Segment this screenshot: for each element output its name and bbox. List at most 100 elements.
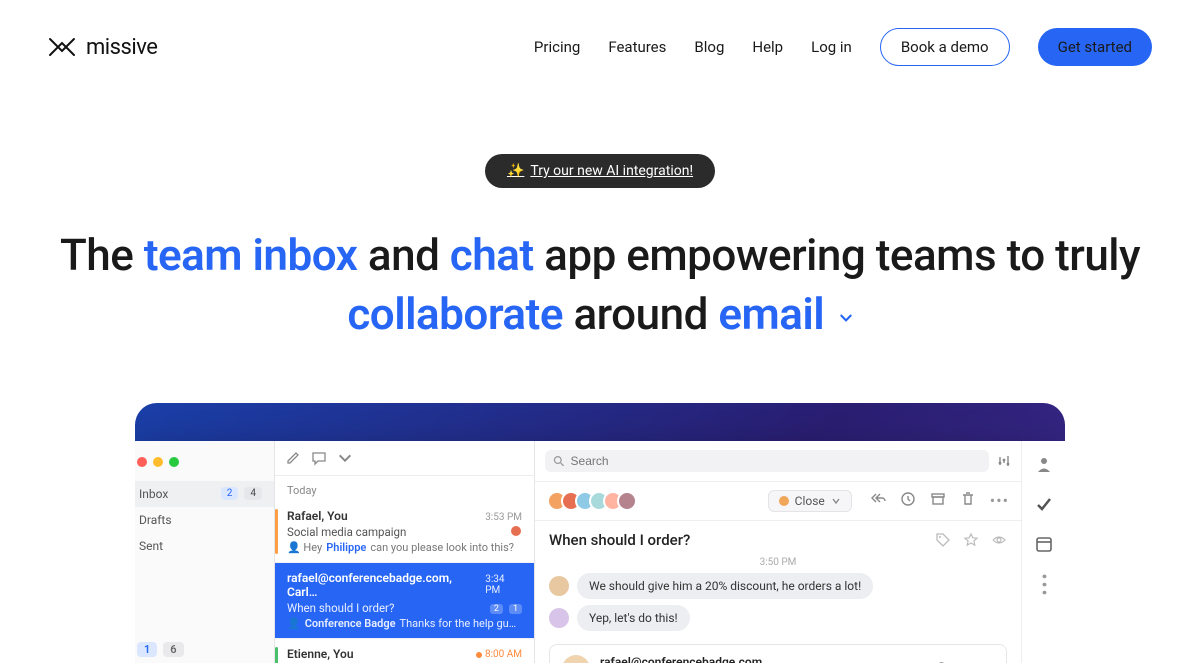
count-badge: 2 [490, 604, 503, 614]
list-toolbar [275, 441, 534, 476]
snooze-icon[interactable] [900, 491, 916, 507]
chevron-down-icon[interactable] [839, 311, 853, 325]
color-bar-icon [275, 509, 278, 554]
check-icon[interactable] [1035, 495, 1053, 513]
hero-accent-collaborate: collaborate [347, 288, 563, 340]
list-section-label: Today [275, 476, 534, 501]
conversation-item[interactable]: Etienne, You 8:00 AM 📊 July expenses [275, 639, 534, 663]
compose-icon[interactable] [285, 450, 301, 466]
count-badge: 1 [509, 604, 522, 614]
window-traffic-lights [135, 447, 274, 481]
site-header: missive Pricing Features Blog Help Log i… [0, 0, 1200, 94]
top-nav: Pricing Features Blog Help Log in Book a… [534, 28, 1152, 66]
archive-icon[interactable] [930, 491, 946, 507]
minimize-window-icon[interactable] [153, 457, 163, 467]
total-count-badge: 4 [244, 487, 262, 500]
trash-icon[interactable] [960, 491, 976, 507]
hero-text: app empowering teams to truly [534, 229, 1140, 281]
eye-icon[interactable] [991, 532, 1007, 548]
hero-headline: The team inbox and chat app empowering t… [48, 226, 1152, 345]
avatar-icon [510, 525, 522, 537]
close-conversation-button[interactable]: Close [768, 490, 852, 512]
more-icon[interactable]: ••• [990, 491, 1009, 510]
book-demo-button[interactable]: Book a demo [880, 28, 1010, 66]
nav-blog[interactable]: Blog [694, 38, 724, 56]
thread-subject-row: When should I order? [535, 521, 1021, 555]
sidebar-item-sent[interactable]: Sent [135, 533, 274, 559]
hero-text: and [357, 229, 449, 281]
chat-message: We should give him a 20% discount, he or… [535, 570, 1021, 602]
search-input-wrap[interactable] [545, 450, 989, 472]
conversation-item[interactable]: rafael@conferencebadge.com, Carl… 3:34 P… [275, 563, 534, 639]
conv-time: 8:00 AM [476, 649, 522, 660]
reply-all-icon[interactable] [870, 491, 886, 507]
conv-snippet: 👤 Conference Badge Thanks for the help g… [287, 617, 522, 630]
conv-from: rafael@conferencebadge.com, Carl… [287, 571, 485, 599]
conv-subject: Social media campaign [287, 525, 406, 539]
conversation-item[interactable]: Rafael, You 3:53 PM Social media campaig… [275, 501, 534, 563]
app-window: Inbox 2 4 Drafts Sent 1 6 [135, 441, 1065, 663]
brand-logo[interactable]: missive [48, 35, 157, 60]
thread-pane: Close ••• When should I order? [535, 441, 1021, 663]
chat-icon[interactable] [311, 450, 327, 466]
search-input[interactable] [571, 454, 981, 468]
conversation-list: Today Rafael, You 3:53 PM Social media c… [275, 441, 535, 663]
hero-text: around [563, 288, 718, 340]
color-bar-icon [275, 647, 278, 663]
brand-name: missive [86, 35, 157, 60]
app-preview: Inbox 2 4 Drafts Sent 1 6 [135, 403, 1065, 663]
more-icon[interactable]: ••• [1033, 573, 1054, 597]
hero-accent-chat: chat [450, 229, 534, 281]
sidebar-bottom-counts: 1 6 [135, 636, 275, 663]
thread-timestamp: 3:50 PM [535, 555, 1021, 570]
hero-accent-email[interactable]: email [718, 288, 824, 340]
nav-pricing[interactable]: Pricing [534, 38, 580, 56]
maximize-window-icon[interactable] [169, 457, 179, 467]
search-icon [553, 455, 565, 467]
conv-from: Etienne, You [287, 647, 354, 661]
mini-badges: 2 1 [487, 600, 522, 614]
sidebar-item-label: Inbox [139, 487, 168, 501]
avatar-icon [617, 491, 637, 511]
conv-time: 3:34 PM [485, 574, 522, 596]
filter-icon[interactable] [997, 454, 1011, 468]
email-card[interactable]: rafael@conferencebadge.com Carlos Ramire… [549, 644, 1007, 663]
chat-bubble: Yep, let's do this! [577, 605, 690, 631]
conv-time: 3:53 PM [485, 512, 522, 523]
close-label: Close [795, 494, 825, 508]
star-icon[interactable] [963, 532, 979, 548]
unread-count-badge: 2 [221, 487, 239, 500]
avatar-icon [549, 608, 569, 628]
calendar-icon[interactable] [1035, 535, 1053, 553]
tag-icon[interactable] [935, 532, 951, 548]
conv-subject: When should I order? [287, 601, 394, 615]
conv-snippet: 👤 Hey Philippe can you please look into … [287, 541, 522, 554]
bottom-badge: 1 [137, 642, 157, 657]
get-started-button[interactable]: Get started [1038, 28, 1152, 66]
search-bar-row [535, 441, 1021, 482]
close-window-icon[interactable] [137, 457, 147, 467]
participant-avatars [547, 491, 637, 511]
email-actions: ••• [932, 661, 994, 663]
sidebar-item-inbox[interactable]: Inbox 2 4 [135, 481, 274, 507]
right-rail: ••• [1021, 441, 1065, 663]
nav-features[interactable]: Features [608, 38, 666, 56]
conv-from: Rafael, You [287, 509, 348, 523]
sidebar-item-label: Drafts [139, 513, 172, 527]
nav-login[interactable]: Log in [811, 38, 852, 56]
nav-help[interactable]: Help [752, 38, 783, 56]
hero-accent-team-inbox: team inbox [144, 229, 358, 281]
chat-message: Yep, let's do this! [535, 602, 1021, 634]
sidebar: Inbox 2 4 Drafts Sent 1 6 [135, 441, 275, 663]
hero-text: The [60, 229, 144, 281]
sidebar-item-drafts[interactable]: Drafts [135, 507, 274, 533]
color-bar-icon [275, 571, 278, 630]
chevron-down-icon[interactable] [337, 450, 353, 466]
more-icon[interactable]: ••• [980, 661, 994, 663]
chat-bubble: We should give him a 20% discount, he or… [577, 573, 873, 599]
sparkle-icon: ✨ [507, 163, 524, 179]
thread-toolbar: Close ••• [535, 482, 1021, 521]
ai-integration-banner[interactable]: ✨ Try our new AI integration! [485, 154, 715, 188]
due-dot-icon [476, 652, 482, 658]
person-icon[interactable] [1035, 455, 1053, 473]
